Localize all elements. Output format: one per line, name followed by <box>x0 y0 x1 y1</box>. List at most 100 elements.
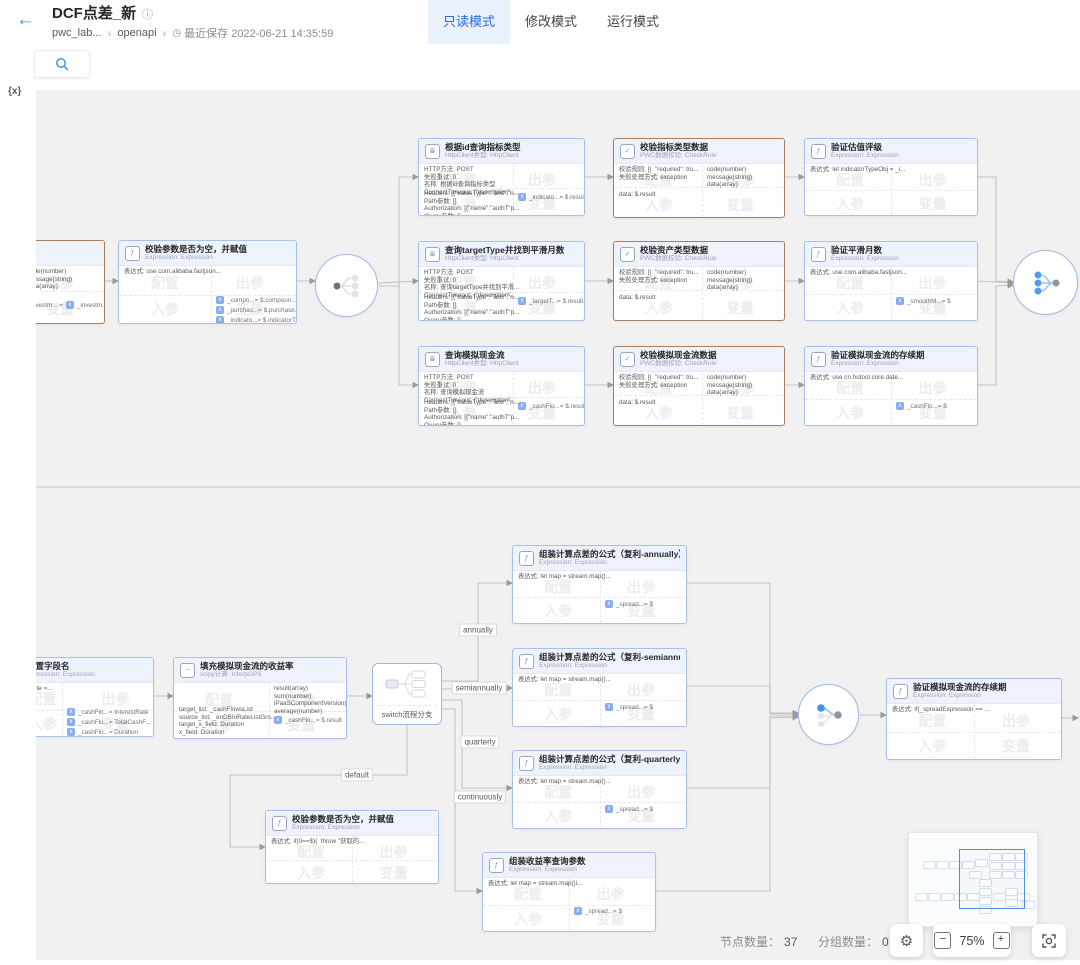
node-interp-fill-yield[interactable]: ~填充模拟现金流的收益率scipy计算: InterpGPS配置出参入参变量re… <box>173 657 347 739</box>
watermark-bl: 入参 <box>836 298 864 318</box>
node-expr-icon: ƒ <box>519 654 534 669</box>
fit-view-button[interactable] <box>1032 924 1066 957</box>
node-subtitle: PWC数据校验: CheckRule <box>640 360 717 368</box>
mapping-tag-value: = $ <box>644 601 653 608</box>
watermark-tr: 出参 <box>627 782 655 802</box>
node-expr-validate-cashflow-duration-top[interactable]: ƒ验证模拟现金流的存续期Expression: Expression配置出参入参… <box>804 346 978 426</box>
variable-chip-icon: x <box>605 703 613 711</box>
node-header: ƒ校验参数是否为空，并赋值Expression: Expression <box>119 241 296 266</box>
node-body: 配置出参入参变量校验规则: [{ "required": tru... 失败处理… <box>614 372 784 425</box>
title-area: DCF点差_新 ⓘ pwc_lab... ∨ openapi ∨ ◷ 最近保存 … <box>52 5 333 41</box>
watermark-bl: 入参 <box>514 909 542 929</box>
node-config-lines: 表达式: if(0==$){ throw "获取的... <box>271 838 364 846</box>
minimap[interactable] <box>908 832 1038 927</box>
mapping-tag-value: = $.compoun... <box>255 297 297 304</box>
node-body: 配置出参入参变量result(array) sum(number) iPaaSC… <box>174 683 346 738</box>
node-title: 验证模拟现金流的存续期 <box>913 682 1007 692</box>
node-validate-params-assign-bottom[interactable]: ƒ校验参数是否为空，并赋值Expression: Expression配置出参入… <box>265 810 439 884</box>
node-http-icon: ≣ <box>425 352 440 367</box>
mapping-tag-label: _smoothM... <box>907 298 942 305</box>
mapping-tag-value: = $.result.data <box>557 298 585 305</box>
gear-icon: ⚙ <box>900 932 913 950</box>
node-titles: 查询targetType并找到平滑月数HttpClient类型: HttpCli… <box>445 245 564 263</box>
mapping-tag-label: _indicato... <box>529 194 559 201</box>
node-header: ~填充模拟现金流的收益率scipy计算: InterpGPS <box>174 658 346 683</box>
node-subtitle: Expression: Expression <box>539 662 680 670</box>
node-subtitle: Expression: Expression <box>509 866 586 874</box>
watermark-tl: 配置 <box>918 711 946 731</box>
node-config-lines: 表达式: if(_spreadExpression == ... <box>892 706 990 714</box>
node-expr-validate-cashflow-duration-bottom[interactable]: ƒ验证模拟现金流的存续期Expression: Expression配置出参入参… <box>886 678 1062 760</box>
node-titles: 验证估值评级Expression: Expression <box>831 142 899 160</box>
node-mapping-tags: _investm... = x_investm... <box>27 301 105 309</box>
mapping-tag: x_cashFlo... = Duration <box>67 728 151 736</box>
variable-chip-icon: x <box>67 718 75 726</box>
tab-mode-2[interactable]: 运行模式 <box>592 0 674 44</box>
node-exclusive-merge[interactable] <box>798 684 859 745</box>
node-title: 查询模拟现金流 <box>445 350 519 360</box>
node-expr-spread-formula-quarterly[interactable]: ƒ组装计算点差的公式（复利-quarterly）Expression: Expr… <box>512 750 687 829</box>
watermark-br: 变量 <box>1002 736 1030 756</box>
minimap-viewport[interactable] <box>959 849 1025 909</box>
mapping-tag-label: _spread... <box>616 806 644 813</box>
node-subtitle: Expression: Expression <box>831 152 899 160</box>
node-header: ƒ 组装计算点差的公式（复利-semiannually）Expression: E… <box>513 649 686 674</box>
zoom-out-button[interactable]: − <box>934 932 951 949</box>
zoom-in-button[interactable]: + <box>993 932 1010 949</box>
node-titles: 查询模拟现金流HttpClient类型: HttpClient <box>445 350 519 368</box>
zoom-level: 75% <box>959 934 984 948</box>
variables-panel-toggle[interactable]: {x} <box>8 86 21 97</box>
node-mapping-tags: x_spread... = $ <box>605 805 653 813</box>
node-title: 组装计算点差的公式（复利-semiannually） <box>539 652 680 662</box>
search-button[interactable] <box>34 50 90 78</box>
node-check-sim-cashflow-data[interactable]: ✓校验模拟现金流数据PWC数据校验: CheckRule配置出参入参变量校验规则… <box>613 346 785 426</box>
node-header: ƒ组装计算点差的公式（复利-annually）Expression: Expre… <box>513 546 686 571</box>
node-expr-validate-smooth-months[interactable]: ƒ验证平滑月数Expression: Expression配置出参入参变量表达式… <box>804 241 978 321</box>
node-titles: 组装计算点差的公式（复利-semiannually）Expression: Ex… <box>539 652 680 670</box>
watermark-tr: 出参 <box>528 273 556 293</box>
node-expr-assemble-yield-query[interactable]: ƒ组装收益率查询参数Expression: Expression配置出参入参变量… <box>482 852 656 932</box>
node-http-query-sim-cashflow[interactable]: ≣查询模拟现金流HttpClient类型: HttpClient配置出参入参变量… <box>418 346 585 426</box>
node-subtitle: Expression: Expression <box>27 671 95 679</box>
node-output-lines: result(array) sum(number) iPaaSComponent… <box>274 685 347 715</box>
node-switch-branch[interactable]: switch流程分支 <box>372 663 442 725</box>
variable-chip-icon: x <box>216 306 224 314</box>
node-config-lines: 表达式: let map = stream.map()... <box>518 573 611 581</box>
node-header: ƒ验证平滑月数Expression: Expression <box>805 242 977 267</box>
settings-button[interactable]: ⚙ <box>890 924 923 957</box>
info-icon[interactable]: ⓘ <box>142 6 153 22</box>
node-title: 校验指标类型数据 <box>640 142 717 152</box>
node-body: 配置出参入参变量表达式: let map = stream.map()...x_… <box>513 571 686 623</box>
node-title: 组装计算点差的公式（复利-quarterly） <box>539 754 680 764</box>
node-parallel-join[interactable] <box>1013 250 1078 315</box>
env-select[interactable]: openapi <box>117 27 156 39</box>
node-http-query-targettype[interactable]: ≣查询targetType并找到平滑月数HttpClient类型: HttpCl… <box>418 241 585 321</box>
switch-icon <box>385 670 429 698</box>
watermark-tr: 出参 <box>101 689 129 709</box>
node-parallel-split[interactable] <box>315 254 378 317</box>
node-title: 验证模拟现金流的存续期 <box>831 350 925 360</box>
watermark-tr: 出参 <box>380 842 408 862</box>
node-check-indicator-type-data[interactable]: ✓校验指标类型数据PWC数据校验: CheckRule配置出参入参变量校验规则:… <box>613 138 785 218</box>
node-count: 节点数量：37 <box>720 933 797 950</box>
tab-mode-0[interactable]: 只读模式 <box>428 0 510 44</box>
node-titles: 设置字段名Expression: Expression <box>27 661 95 679</box>
node-expr-spread-formula-annually[interactable]: ƒ组装计算点差的公式（复利-annually）Expression: Expre… <box>512 545 687 624</box>
node-mapping-tags: x_spread... = $ <box>574 907 622 915</box>
node-check-asset-type-data[interactable]: ✓校验资产类型数据PWC数据校验: CheckRule配置出参入参变量校验规则:… <box>613 241 785 321</box>
watermark-tr: 出参 <box>919 378 947 398</box>
node-http-query-indicator-type[interactable]: ≣根据id查询指标类型HttpClient类型: HttpClient配置出参入… <box>418 138 585 216</box>
mapping-tag-label: _spread... <box>585 908 613 915</box>
tab-mode-1[interactable]: 修改模式 <box>510 0 592 44</box>
node-expr-spread-formula-semiannually[interactable]: ƒ 组装计算点差的公式（复利-semiannually）Expression: E… <box>512 648 687 727</box>
project-select[interactable]: pwc_lab... <box>52 27 102 39</box>
node-header: ƒ组装收益率查询参数Expression: Expression <box>483 853 655 878</box>
node-validate-params-assign-top[interactable]: ƒ校验参数是否为空，并赋值Expression: Expression配置出参入… <box>118 240 297 324</box>
flow-canvas[interactable] <box>36 90 1080 960</box>
node-body: 配置出参入参变量表达式: if(0==$){ throw "获取的... <box>266 836 438 883</box>
watermark-tr: 出参 <box>919 273 947 293</box>
watermark-bl: 入参 <box>544 704 572 724</box>
node-expr-validate-rating[interactable]: ƒ验证估值评级Expression: Expression配置出参入参变量表达式… <box>804 138 978 216</box>
group-count: 分组数量：0 <box>818 933 889 950</box>
back-button[interactable]: ← <box>16 9 35 31</box>
